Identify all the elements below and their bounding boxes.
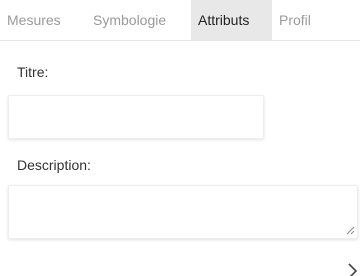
tab-mesures[interactable]: Mesures xyxy=(0,0,85,40)
title-label: Titre: xyxy=(17,64,49,80)
tab-attributs[interactable]: Attributs xyxy=(191,0,272,40)
description-textarea[interactable] xyxy=(8,185,358,239)
chevron-right-icon[interactable] xyxy=(346,262,360,276)
tab-profil[interactable]: Profil xyxy=(272,0,322,40)
description-label: Description: xyxy=(17,157,91,173)
tab-bar: Mesures Symbologie Attributs Profil xyxy=(0,0,360,41)
title-input[interactable] xyxy=(8,95,264,139)
resize-grip-icon[interactable] xyxy=(345,225,355,235)
tab-symbologie[interactable]: Symbologie xyxy=(86,0,189,40)
